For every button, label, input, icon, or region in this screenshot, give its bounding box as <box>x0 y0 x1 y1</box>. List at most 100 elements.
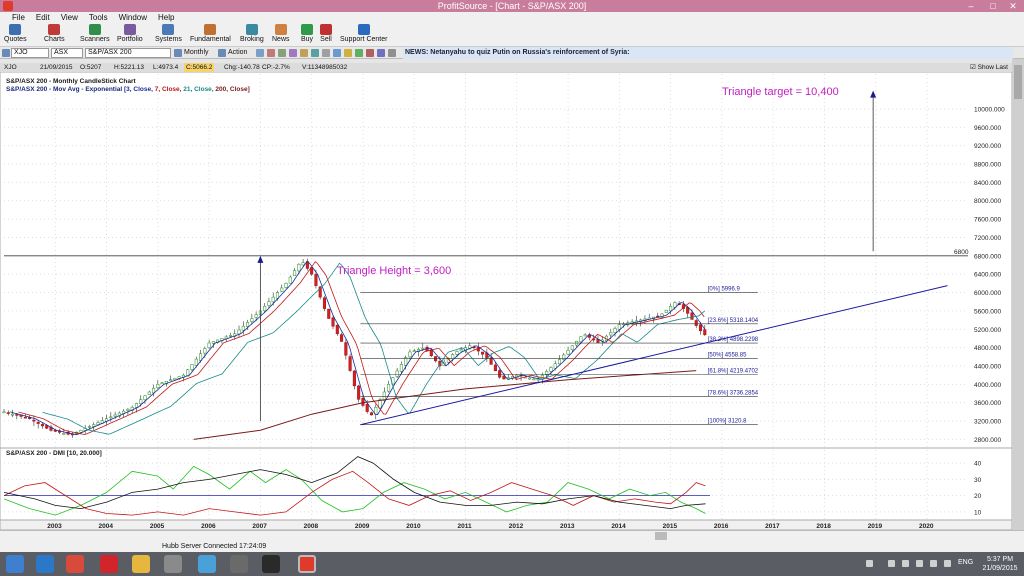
keyboard-icon[interactable] <box>866 560 873 567</box>
news-ticker[interactable]: NEWS: Netanyahu to quiz Putin on Russia'… <box>403 47 1013 59</box>
candle-body <box>207 342 211 349</box>
settings-icon[interactable] <box>377 49 385 57</box>
tray-icon-1[interactable] <box>888 560 895 567</box>
horizontal-scrollbar[interactable] <box>655 532 667 540</box>
ema-param-label: 7, Close, <box>153 86 182 93</box>
period-select[interactable]: Monthly <box>184 47 209 59</box>
candle-body <box>455 351 459 355</box>
exchange-select[interactable]: ASX <box>51 48 83 58</box>
app-k-icon[interactable] <box>100 555 118 573</box>
draw-tool-icon[interactable] <box>256 49 264 57</box>
candle-body <box>698 324 703 332</box>
toolbar-news-button[interactable]: News <box>272 24 290 46</box>
folder-icon[interactable] <box>132 555 150 573</box>
main-toolbar: Quotes Charts Scanners Portfolio Systems Fund… <box>0 23 1024 47</box>
app-icon-4[interactable] <box>230 555 248 573</box>
minimize-button[interactable]: – <box>960 0 982 12</box>
candle-body <box>267 301 271 306</box>
candle-body <box>703 329 707 336</box>
menu-help[interactable]: Help <box>158 12 174 23</box>
ema-param-label: 200, Close] <box>214 86 250 93</box>
indicator-icon[interactable] <box>311 49 319 57</box>
candle-body <box>327 308 331 319</box>
fib-level-label: [61.8%] 4219.4702 <box>708 368 759 374</box>
menu-view[interactable]: View <box>61 12 78 23</box>
candle-body <box>549 367 553 372</box>
candle-body <box>15 414 19 416</box>
toolbar-label: Fundamental <box>190 36 231 43</box>
side-panel-tab[interactable] <box>1012 59 1024 530</box>
candle-body <box>335 324 339 335</box>
network-icon[interactable] <box>944 560 951 567</box>
info-icon[interactable] <box>333 49 341 57</box>
candle-body <box>254 314 258 318</box>
app-icon-3[interactable] <box>198 555 216 573</box>
volume-icon[interactable] <box>930 560 937 567</box>
scan-icon[interactable] <box>355 49 363 57</box>
candle-body <box>288 276 292 284</box>
app-icon-5[interactable] <box>262 555 280 573</box>
app-icon-2[interactable] <box>164 555 182 573</box>
y-tick-label: 6000.000 <box>974 290 1001 297</box>
maximize-button[interactable]: □ <box>982 0 1004 12</box>
price-chart[interactable]: 2800.000 3200.000 3600.000 4000.000 4400.000… <box>0 72 1012 530</box>
menu-window[interactable]: Window <box>119 12 147 23</box>
toolbar-systems-button[interactable]: Systems <box>155 24 182 46</box>
toolbar-fundamental-button[interactable]: Fundamental <box>190 24 231 46</box>
chrome-icon[interactable] <box>66 555 84 573</box>
side-panel-handle[interactable] <box>1014 65 1022 99</box>
candle-body <box>241 325 245 331</box>
toolbar-charts-button[interactable]: Charts <box>44 24 65 46</box>
clock[interactable]: 5:37 PM 21/09/2015 <box>980 555 1020 573</box>
menu-file[interactable]: File <box>12 12 25 23</box>
layout-icon[interactable] <box>366 49 374 57</box>
action-menu[interactable]: Action <box>228 47 247 59</box>
x-tick-label: 2011 <box>457 523 471 530</box>
x-tick-label: 2014 <box>611 523 626 530</box>
print-icon[interactable] <box>322 49 330 57</box>
close-button[interactable]: ✕ <box>1002 0 1024 12</box>
show-last-label: Show Last <box>977 64 1008 71</box>
tray-icon-3[interactable] <box>916 560 923 567</box>
candle-body <box>6 412 10 414</box>
security-name-field[interactable]: S&P/ASX 200 <box>85 48 171 58</box>
profitsource-taskbar-icon[interactable] <box>298 555 316 573</box>
toolbar-label: Support Center <box>340 36 388 43</box>
candle-body <box>557 359 562 365</box>
menu-edit[interactable]: Edit <box>36 12 50 23</box>
start-button-icon[interactable] <box>6 555 24 573</box>
x-tick-label: 2018 <box>816 523 831 530</box>
toolbar-quotes-button[interactable]: Quotes <box>4 24 27 46</box>
info-low: L:4973.4 <box>153 64 179 71</box>
tray-icon-2[interactable] <box>902 560 909 567</box>
chart-area[interactable]: 2800.000 3200.000 3600.000 4000.000 4400.000… <box>0 72 1012 530</box>
candle-body <box>284 283 288 288</box>
toolbar-support-center-button[interactable]: Support Center <box>340 24 387 46</box>
help-icon[interactable] <box>388 49 396 57</box>
chart-header-ema: S&P/ASX 200 - Mov Avg - Exponential [3, … <box>6 86 250 93</box>
menu-tools[interactable]: Tools <box>89 12 108 23</box>
x-tick-label: 2017 <box>765 523 780 530</box>
y-tick-label: 6800.000 <box>974 253 1001 260</box>
candle-body <box>357 385 361 400</box>
symbol-input[interactable]: XJO <box>11 48 49 58</box>
toolbar-broking-button[interactable]: Broking <box>240 24 264 46</box>
candle-body <box>399 364 403 372</box>
fib-level-label: [23.6%] 5318.1404 <box>708 318 759 324</box>
candle-body <box>126 408 130 411</box>
candle-body <box>387 384 391 392</box>
show-last-checkbox[interactable]: ☑ Show Last <box>970 63 1008 72</box>
alert-icon[interactable] <box>344 49 352 57</box>
crosshair-icon[interactable] <box>289 49 297 57</box>
toolbar-scanners-button[interactable]: Scanners <box>80 24 110 46</box>
zoom-in-icon[interactable] <box>267 49 275 57</box>
toolbar-sell-button[interactable]: Sell <box>320 24 332 46</box>
toolbar-portfolio-button[interactable]: Portfolio <box>117 24 143 46</box>
ie-icon[interactable] <box>36 555 54 573</box>
zoom-out-icon[interactable] <box>278 49 286 57</box>
template-icon[interactable] <box>300 49 308 57</box>
candle-body <box>344 342 348 356</box>
x-tick-label: 2020 <box>919 523 934 530</box>
toolbar-buy-button[interactable]: Buy <box>301 24 313 46</box>
language-indicator[interactable]: ENG <box>958 559 973 566</box>
